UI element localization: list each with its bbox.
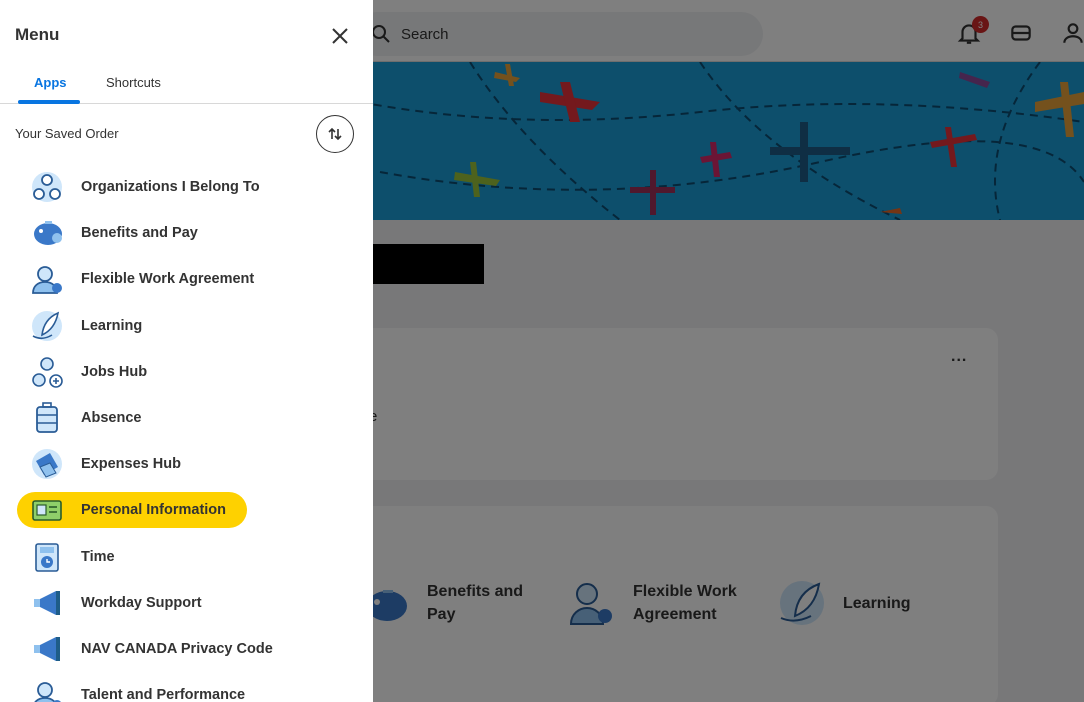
- reorder-button[interactable]: [316, 115, 354, 153]
- menu-item-label: Benefits and Pay: [81, 225, 198, 242]
- menu-item-talent-and-performance[interactable]: Talent and Performance: [0, 672, 373, 702]
- menu-item-label: NAV CANADA Privacy Code: [81, 640, 273, 657]
- organizations-icon: [32, 172, 62, 203]
- expenses-icon: [32, 449, 62, 480]
- menu-item-label: Organizations I Belong To: [81, 179, 260, 196]
- menu-item-learning[interactable]: Learning: [0, 303, 373, 349]
- menu-tabs: Apps Shortcuts: [0, 62, 373, 104]
- megaphone-icon: [34, 636, 60, 661]
- clock-calendar-icon: [35, 542, 59, 572]
- suitcase-icon: [36, 402, 58, 433]
- id-card-icon: [32, 500, 62, 522]
- menu-item-expenses-hub[interactable]: Expenses Hub: [0, 441, 373, 487]
- menu-item-workday-support[interactable]: Workday Support: [0, 580, 373, 626]
- menu-item-label: Workday Support: [81, 594, 202, 611]
- menu-item-label: Talent and Performance: [81, 687, 246, 702]
- active-tab-indicator: [18, 100, 80, 104]
- menu-item-benefits-and-pay[interactable]: Benefits and Pay: [0, 210, 373, 256]
- menu-item-label: Expenses Hub: [81, 456, 181, 473]
- menu-item-label: Personal Information: [81, 502, 227, 519]
- person-star-icon: [34, 682, 61, 702]
- menu-item-organizations[interactable]: Organizations I Belong To: [0, 164, 373, 210]
- saved-order-label: Your Saved Order: [15, 126, 119, 141]
- menu-item-time[interactable]: Time: [0, 534, 373, 580]
- close-icon[interactable]: [328, 24, 352, 48]
- menu-item-label: Jobs Hub: [81, 363, 148, 380]
- jobs-hub-icon: [32, 357, 63, 388]
- person-gear-icon: [32, 266, 62, 295]
- menu-item-personal-information[interactable]: Personal Information: [0, 487, 373, 533]
- tab-apps[interactable]: Apps: [34, 75, 67, 90]
- megaphone-icon: [34, 590, 60, 615]
- tab-shortcuts[interactable]: Shortcuts: [106, 75, 161, 90]
- learning-leaf-icon: [32, 310, 62, 341]
- menu-item-label: Absence: [81, 410, 142, 427]
- sort-arrows-icon: [328, 127, 342, 141]
- menu-title: Menu: [15, 25, 60, 44]
- menu-item-label: Flexible Work Agreement: [81, 271, 255, 288]
- menu-item-flexible-work-agreement[interactable]: Flexible Work Agreement: [0, 256, 373, 302]
- menu-item-label: Time: [81, 548, 115, 565]
- menu-drawer: Menu Apps Shortcuts Your Saved Order Org…: [0, 0, 373, 702]
- app-list: Organizations I Belong To Benefits and P…: [0, 164, 373, 702]
- piggy-bank-icon: [34, 221, 62, 246]
- menu-item-jobs-hub[interactable]: Jobs Hub: [0, 349, 373, 395]
- menu-item-label: Learning: [81, 317, 143, 334]
- menu-item-absence[interactable]: Absence: [0, 395, 373, 441]
- menu-item-nav-canada-privacy-code[interactable]: NAV CANADA Privacy Code: [0, 626, 373, 672]
